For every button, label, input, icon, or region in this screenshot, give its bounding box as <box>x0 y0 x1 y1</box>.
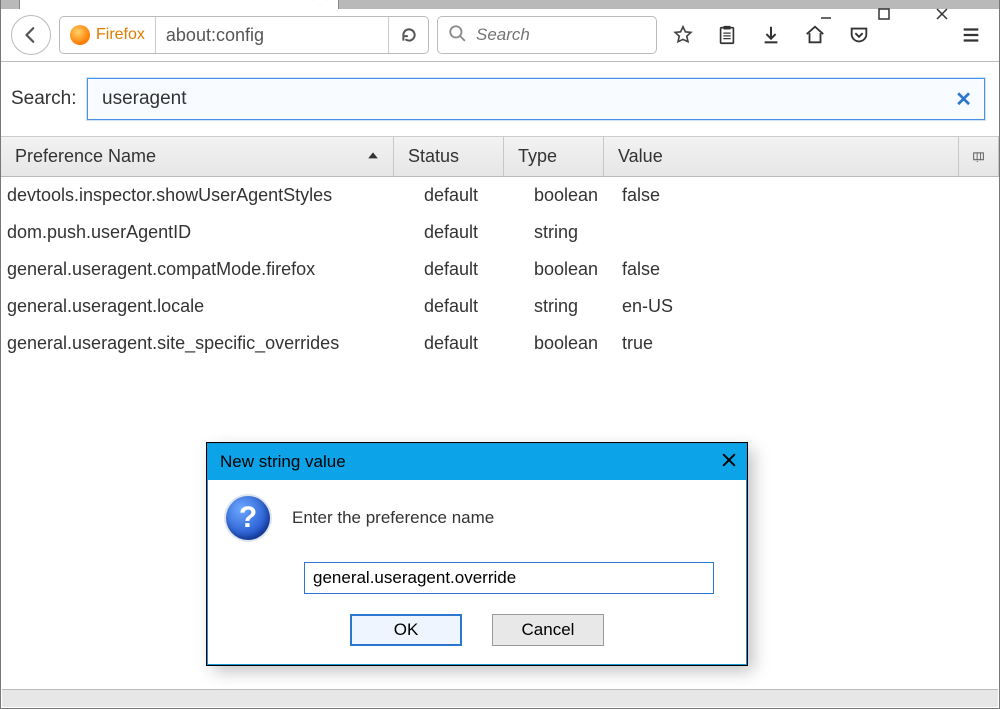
dialog-close-icon[interactable] <box>722 452 736 472</box>
column-picker-icon[interactable] <box>959 137 999 176</box>
pref-search-field[interactable]: ✕ <box>87 78 985 120</box>
pref-name: general.useragent.compatMode.firefox <box>1 259 394 280</box>
pref-table: Preference Name Status Type Value devtoo… <box>1 137 999 362</box>
table-row[interactable]: dom.push.userAgentID default string <box>1 214 999 251</box>
search-icon <box>448 24 466 47</box>
col-type[interactable]: Type <box>504 137 604 176</box>
firefox-icon <box>70 25 90 45</box>
pref-status: default <box>394 296 504 317</box>
col-status[interactable]: Status <box>394 137 504 176</box>
dialog-prompt: Enter the preference name <box>292 508 494 528</box>
clear-search-icon[interactable]: ✕ <box>955 87 972 112</box>
pref-table-header: Preference Name Status Type Value <box>1 137 999 177</box>
bookmark-star-icon[interactable] <box>665 17 701 53</box>
pref-status: default <box>394 222 504 243</box>
sort-ascending-icon <box>367 146 379 167</box>
new-string-dialog: New string value ? Enter the preference … <box>207 443 747 665</box>
pref-name: general.useragent.site_specific_override… <box>1 333 394 354</box>
pref-search-row: Search: ✕ <box>1 62 999 137</box>
pref-value: false <box>604 185 999 206</box>
about-config-page: Search: ✕ Preference Name Status Type Va… <box>1 62 999 362</box>
table-row[interactable]: general.useragent.compatMode.firefox def… <box>1 251 999 288</box>
url-bar[interactable]: Firefox about:config <box>59 16 429 54</box>
back-button[interactable] <box>11 15 51 55</box>
preference-name-input[interactable] <box>304 562 714 594</box>
dialog-title: New string value <box>220 452 346 472</box>
close-tab-icon[interactable] <box>310 0 330 1</box>
pref-type: boolean <box>504 259 604 280</box>
window-controls <box>819 7 993 35</box>
pref-type: string <box>504 222 604 243</box>
reload-button[interactable] <box>388 17 428 53</box>
pref-name: devtools.inspector.showUserAgentStyles <box>1 185 394 206</box>
dialog-body: ? Enter the preference name OK Cancel <box>208 480 746 664</box>
table-row[interactable]: general.useragent.site_specific_override… <box>1 325 999 362</box>
minimize-button[interactable] <box>819 7 877 35</box>
pref-search-input[interactable] <box>100 87 945 111</box>
col-preference-name[interactable]: Preference Name <box>1 137 394 176</box>
close-window-button[interactable] <box>935 7 993 35</box>
url-text[interactable]: about:config <box>156 17 388 53</box>
dialog-titlebar[interactable]: New string value <box>208 444 746 480</box>
pref-value: true <box>604 333 999 354</box>
downloads-icon[interactable] <box>753 17 789 53</box>
table-row[interactable]: general.useragent.locale default string … <box>1 288 999 325</box>
status-bar <box>2 689 998 707</box>
pref-status: default <box>394 185 504 206</box>
pref-value: en-US <box>604 296 999 317</box>
cancel-button[interactable]: Cancel <box>492 614 604 646</box>
pref-name: general.useragent.locale <box>1 296 394 317</box>
maximize-button[interactable] <box>877 7 935 35</box>
question-icon: ? <box>226 496 270 540</box>
pref-status: default <box>394 259 504 280</box>
pref-type: boolean <box>504 333 604 354</box>
new-tab-button[interactable] <box>355 0 385 5</box>
browser-tabs-row: about:config <box>1 0 999 9</box>
clipboard-icon[interactable] <box>709 17 745 53</box>
pref-search-label: Search: <box>11 88 73 110</box>
identity-label: Firefox <box>96 26 145 44</box>
pref-value: false <box>604 259 999 280</box>
browser-tab[interactable]: about:config <box>19 0 339 9</box>
pref-status: default <box>394 333 504 354</box>
ok-button[interactable]: OK <box>350 614 462 646</box>
pref-name: dom.push.userAgentID <box>1 222 394 243</box>
pref-type: string <box>504 296 604 317</box>
table-row[interactable]: devtools.inspector.showUserAgentStyles d… <box>1 177 999 214</box>
col-value[interactable]: Value <box>604 137 959 176</box>
pref-type: boolean <box>504 185 604 206</box>
search-box[interactable] <box>437 16 657 54</box>
search-input[interactable] <box>474 24 646 46</box>
tab-title: about:config <box>34 0 310 1</box>
site-identity[interactable]: Firefox <box>60 17 156 53</box>
